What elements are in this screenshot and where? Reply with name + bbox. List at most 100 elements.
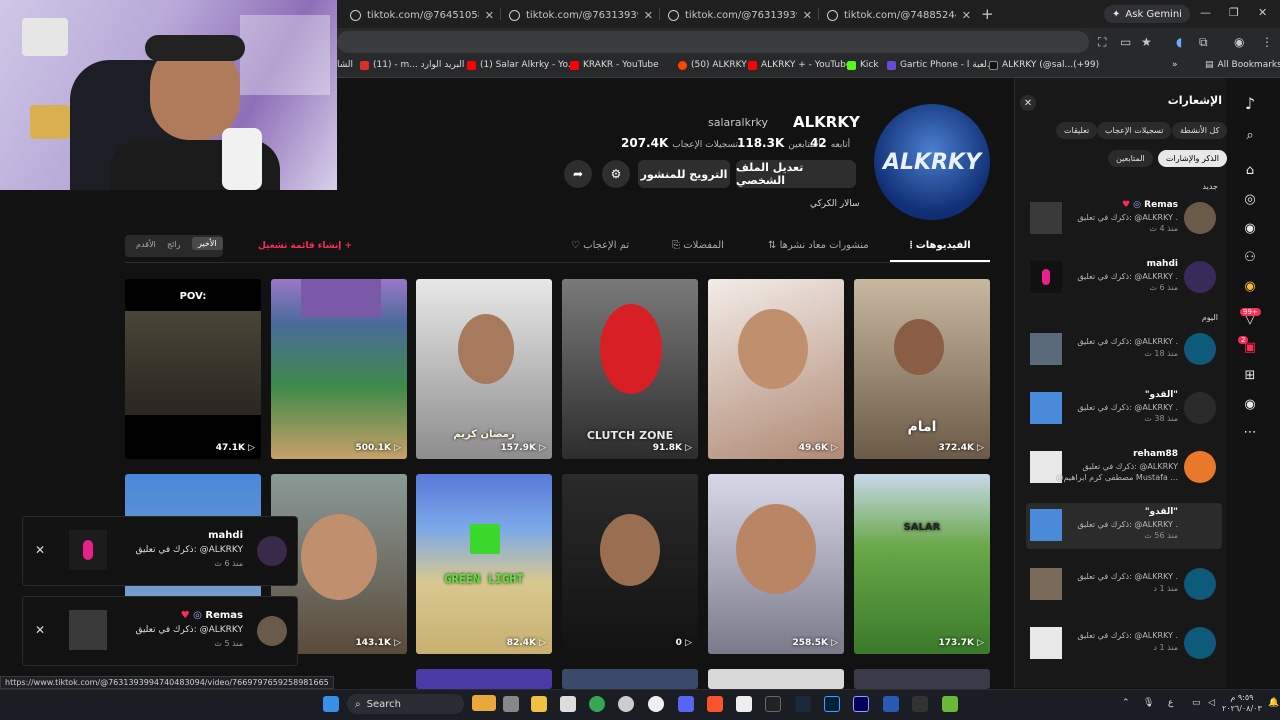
widgets-icon[interactable]	[472, 695, 496, 711]
settings-gear-icon[interactable]: ⚙	[602, 160, 630, 188]
tiktok-logo-icon[interactable]: ♪	[1241, 94, 1259, 113]
tab-favorites[interactable]: ⎘ المفضلات	[672, 240, 724, 251]
live-icon[interactable]: ◉	[1241, 279, 1259, 297]
steam-icon[interactable]	[795, 696, 811, 712]
share-arrow-icon[interactable]: ➦	[564, 160, 592, 188]
bookmark-youtube-salar[interactable]: (1) Salar Alkrky - Yo...	[467, 60, 576, 70]
menu-kebab-icon[interactable]: ⋮	[1261, 35, 1273, 49]
notification-toast[interactable]: ✕ ♥ ◎ Remas ذكرك في تعليق: @ALKRKY منذ 5…	[22, 596, 298, 666]
obs-icon[interactable]	[648, 696, 664, 712]
notification-item[interactable]: ذكرك في تعليق: @ALKRKY . منذ 1 د	[1026, 562, 1222, 608]
browser-tab-4[interactable]: tiktok.com/@74885244095879 ✕	[821, 4, 977, 26]
discord-icon[interactable]	[678, 696, 694, 712]
sort-latest[interactable]: الأخير	[192, 237, 223, 250]
network-icon[interactable]: ▭	[1192, 698, 1201, 708]
language-indicator[interactable]: ع	[1168, 698, 1173, 708]
app-icon[interactable]	[736, 696, 752, 712]
video-card[interactable]: 49.6K ▷	[708, 279, 844, 459]
all-bookmarks[interactable]: ▤ All Bookmarks	[1205, 60, 1280, 70]
capcut-icon[interactable]	[765, 696, 781, 712]
notification-item[interactable]: reham88 ذكرك في تعليق: @ALKRKY @مصطفى كر…	[1026, 445, 1222, 491]
notification-item[interactable]: "القدو" ذكرك في تعليق: @ALKRKY . منذ 38 …	[1026, 386, 1222, 432]
taskbar-search[interactable]: ⌕ Search	[347, 694, 464, 714]
profile-nav-icon[interactable]: ◉	[1241, 397, 1259, 415]
bookmarks-chevron-icon[interactable]: »	[1172, 60, 1178, 70]
video-card[interactable]: 0 ▷	[562, 474, 698, 654]
filter-followers[interactable]: المتابعين	[1108, 150, 1153, 167]
notification-item[interactable]: ذكرك في تعليق: @ALKRKY . منذ 1 د	[1026, 621, 1222, 667]
close-tab-icon[interactable]: ✕	[485, 9, 494, 22]
app-icon[interactable]	[912, 696, 928, 712]
notification-item[interactable]: ذكرك في تعليق: @ALKRKY . منذ 18 ث	[1026, 327, 1222, 373]
file-explorer-icon[interactable]	[531, 696, 547, 712]
close-toast-icon[interactable]: ✕	[35, 623, 45, 637]
upload-plus-icon[interactable]: ⊞	[1241, 368, 1259, 386]
video-card[interactable]: CLUTCH ZONE 91.8K ▷	[562, 279, 698, 459]
profile-avatar-icon[interactable]: ◉	[1234, 35, 1244, 49]
bookmark-krakr[interactable]: KRAKR - YouTube	[570, 60, 659, 70]
video-card[interactable]: امام 372.4K ▷	[854, 279, 990, 459]
more-dots-icon[interactable]: ⋯	[1241, 425, 1259, 443]
stat-followers[interactable]: 118.3K المتابعين	[737, 136, 821, 150]
volume-icon[interactable]: ◁	[1208, 698, 1215, 708]
minimize-window-icon[interactable]: —	[1200, 6, 1211, 19]
notification-item[interactable]: mahdi ذكرك في تعليق: @ALKRKY . منذ 6 ث	[1026, 255, 1222, 301]
video-card[interactable]	[854, 669, 990, 689]
bookmark-youtube-alkrky[interactable]: ALKRKY + - YouTube	[748, 60, 851, 70]
microphone-icon[interactable]: 🎙	[1143, 698, 1154, 708]
notification-toast[interactable]: ✕ mahdi ذكرك في تعليق: @ALKRKY منذ 6 ث	[22, 516, 298, 586]
search-icon[interactable]: ⌕	[1241, 128, 1259, 146]
video-card[interactable]: 500.1K ▷	[271, 279, 407, 459]
settings-gear-icon[interactable]	[618, 696, 634, 712]
bookmark-gmail[interactable]: (11) - m... البريد الوارد	[360, 60, 464, 70]
premiere-icon[interactable]	[853, 696, 869, 712]
minecraft-icon[interactable]	[942, 696, 958, 712]
tab-videos[interactable]: ⦙ الفيديوهات	[910, 240, 971, 251]
notification-bell-icon[interactable]: 🔔	[1268, 698, 1279, 708]
video-card[interactable]: رمضان كريم 157.9K ▷	[416, 279, 552, 459]
ask-gemini-button[interactable]: ✦ Ask Gemini	[1104, 5, 1190, 23]
tab-reposts[interactable]: ⇅ منشورات معاد نشرها	[768, 240, 869, 251]
notification-item[interactable]: ♥ ◎ Remas ذكرك في تعليق: @ALKRKY . منذ 4…	[1026, 196, 1222, 242]
video-card[interactable]: 258.5K ▷	[708, 474, 844, 654]
close-tab-icon[interactable]: ✕	[644, 9, 653, 22]
close-window-icon[interactable]: ✕	[1258, 6, 1267, 19]
task-view-icon[interactable]	[503, 696, 519, 712]
video-card[interactable]: SALAR 173.7K ▷	[854, 474, 990, 654]
video-card[interactable]	[416, 669, 552, 689]
cast-icon[interactable]: ▭	[1120, 35, 1131, 49]
bookmark-overflow[interactable]: الشا	[337, 60, 353, 70]
close-tab-icon[interactable]: ✕	[803, 9, 812, 22]
sort-popular[interactable]: رائج	[167, 240, 180, 249]
edit-profile-button[interactable]: تعديل الملف الشخصي	[736, 160, 856, 188]
video-card[interactable]	[562, 669, 698, 689]
bookmark-kick[interactable]: Kick	[847, 60, 879, 70]
notification-item[interactable]: "القدو" ذكرك في تعليق: @ALKRKY . منذ 56 …	[1026, 503, 1222, 549]
extensions-icon[interactable]: ⧉	[1199, 35, 1208, 50]
photoshop-icon[interactable]	[824, 696, 840, 712]
video-card[interactable]	[708, 669, 844, 689]
following-avatar-icon[interactable]: ◉	[1241, 221, 1259, 239]
profile-avatar[interactable]: ALKRKY	[874, 104, 990, 220]
filter-all-activity[interactable]: كل الأنشطة	[1172, 122, 1228, 139]
close-toast-icon[interactable]: ✕	[35, 543, 45, 557]
video-card[interactable]: GREEN LIGHT 82.4K ▷	[416, 474, 552, 654]
friends-icon[interactable]: ⚇	[1241, 250, 1259, 268]
translate-icon[interactable]: ⛶	[1098, 35, 1106, 50]
filter-likes[interactable]: تسجيلات الإعجاب	[1097, 122, 1172, 139]
video-card[interactable]: POV: 47.1K ▷	[125, 279, 261, 459]
sort-oldest[interactable]: الأقدم	[136, 240, 156, 249]
bookmark-tiktok[interactable]: ALKRKY (@sal...(+99)	[989, 60, 1099, 70]
filter-comments[interactable]: تعليقات	[1056, 122, 1098, 139]
taskbar-clock[interactable]: ٩:٥٩ م ٢٠٢٦/٠٨/٠٣	[1222, 692, 1262, 714]
bookmark-gartic[interactable]: Gartic Phone - لعبة ا...	[887, 60, 995, 70]
home-icon[interactable]: ⌂	[1241, 163, 1259, 181]
tab-liked[interactable]: ♡ تم الإعجاب	[571, 240, 629, 251]
browser-tab-2[interactable]: tiktok.com/@763139399474048 ✕	[503, 4, 659, 26]
windows-start-icon[interactable]	[323, 696, 339, 712]
restore-window-icon[interactable]: ❐	[1229, 6, 1239, 19]
close-tab-icon[interactable]: ✕	[962, 9, 971, 22]
browser-tab-3[interactable]: tiktok.com/@763139399474048 ✕	[662, 4, 818, 26]
tray-chevron-icon[interactable]: ⌃	[1122, 698, 1130, 708]
store-icon[interactable]	[560, 696, 576, 712]
